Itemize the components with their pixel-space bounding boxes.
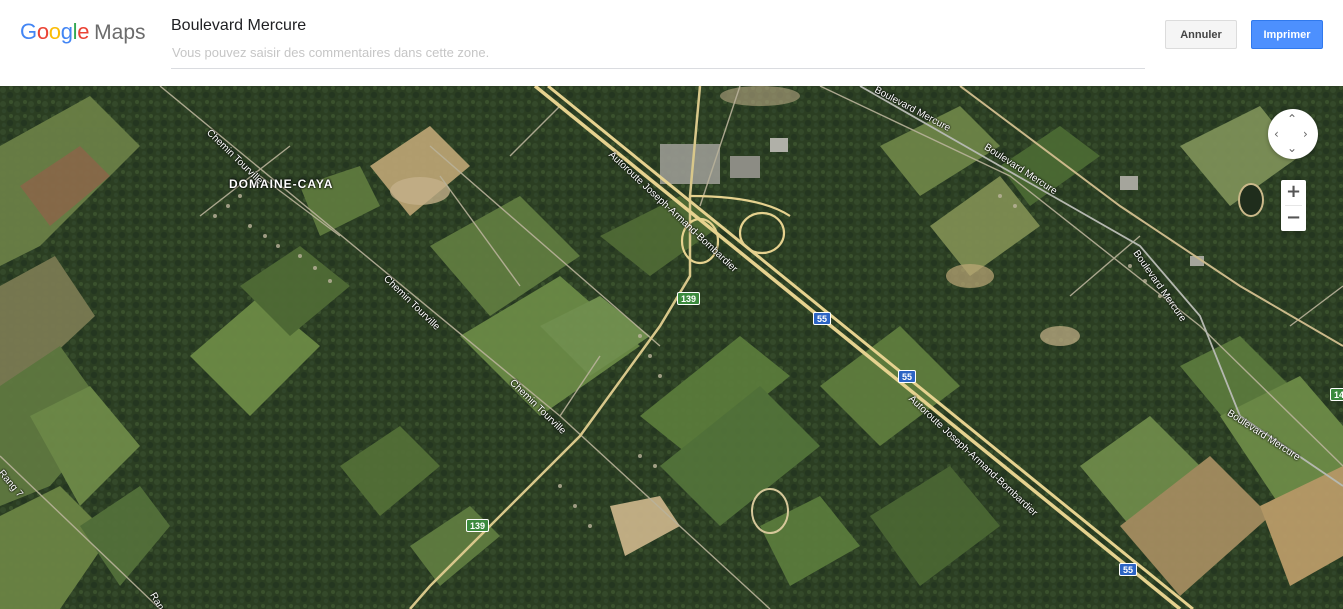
- place-label-domaine-caya: DOMAINE-CAYA: [229, 177, 334, 191]
- pan-up-icon[interactable]: ⌃: [1287, 113, 1297, 125]
- pan-down-icon[interactable]: ⌄: [1287, 142, 1297, 154]
- autoroute-55-shield: 55: [898, 370, 917, 383]
- satellite-imagery: [0, 86, 1343, 609]
- autoroute-55-shield: 55: [813, 312, 832, 325]
- autoroute-55-shield: 55: [1119, 563, 1138, 576]
- google-logo-text: Google: [20, 19, 90, 44]
- google-maps-logo: Google Maps: [20, 19, 146, 51]
- comment-input[interactable]: [171, 43, 1145, 69]
- pan-right-icon[interactable]: ›: [1303, 128, 1308, 140]
- header: Google Maps Boulevard Mercure Annuler Im…: [0, 0, 1343, 86]
- print-button[interactable]: Imprimer: [1251, 20, 1323, 49]
- maps-logo-text: Maps: [94, 21, 146, 44]
- cancel-button[interactable]: Annuler: [1165, 20, 1237, 49]
- route-143-shield: 143: [1330, 388, 1343, 401]
- pan-control[interactable]: ⌃ ⌄ ‹ ›: [1268, 109, 1318, 159]
- route-139-shield: 139: [466, 519, 490, 532]
- page-title: Boulevard Mercure: [171, 17, 307, 34]
- satellite-map[interactable]: ⌃ ⌄ ‹ › + − DOMAINE-CAYA Chemin Tourvill…: [0, 86, 1343, 609]
- zoom-control: + −: [1281, 180, 1306, 231]
- zoom-in-button[interactable]: +: [1281, 180, 1306, 205]
- route-139-shield: 139: [677, 292, 701, 305]
- zoom-out-button[interactable]: −: [1281, 206, 1306, 231]
- pan-left-icon[interactable]: ‹: [1274, 128, 1279, 140]
